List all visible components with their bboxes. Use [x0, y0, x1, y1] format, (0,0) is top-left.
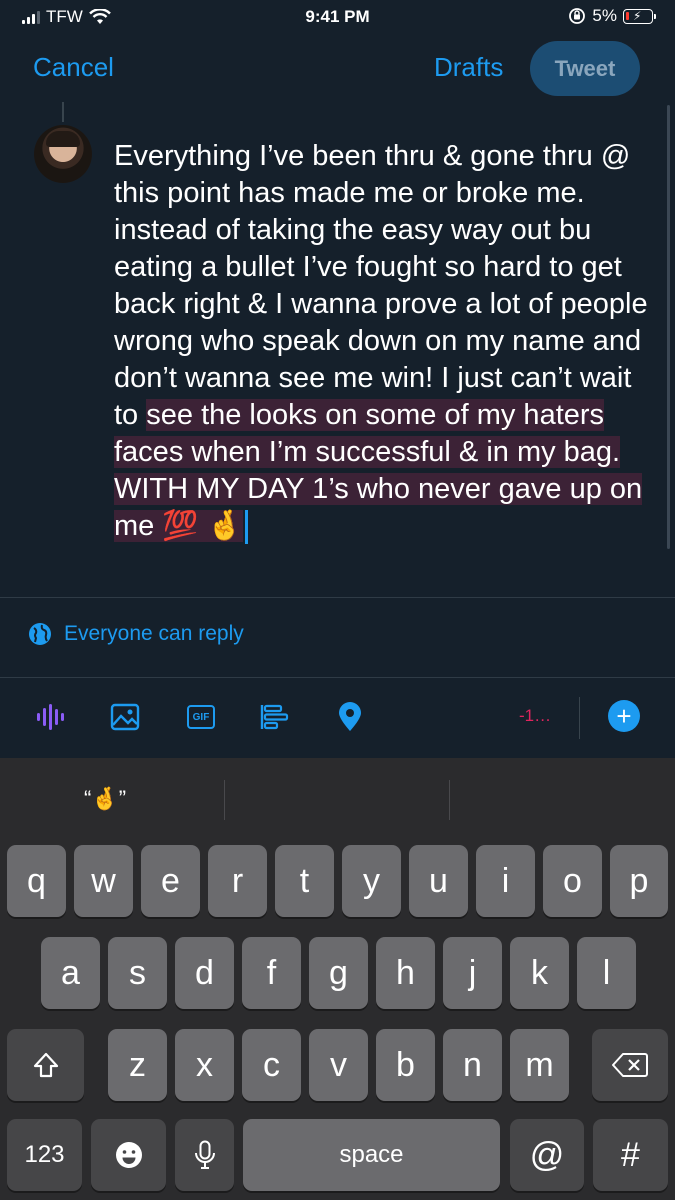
tweet-text-highlighted: see the looks on some of my haters faces…	[114, 399, 643, 542]
gif-label: GIF	[187, 705, 215, 729]
battery-percent: 5%	[592, 6, 617, 25]
suggestion-divider	[224, 780, 225, 820]
image-icon[interactable]	[108, 700, 142, 734]
shift-icon	[33, 1052, 58, 1078]
shift-key[interactable]	[7, 1029, 84, 1101]
key-r[interactable]: r	[208, 845, 267, 917]
key-u[interactable]: u	[409, 845, 468, 917]
microphone-icon	[194, 1140, 215, 1169]
emoji-icon	[115, 1142, 142, 1168]
divider	[0, 677, 675, 678]
text-cursor	[244, 510, 248, 545]
gif-icon[interactable]: GIF	[184, 700, 218, 734]
key-s[interactable]: s	[108, 937, 167, 1009]
character-count: -1…	[519, 706, 552, 725]
drafts-button[interactable]: Drafts	[434, 52, 503, 83]
suggestion-item[interactable]: “🤞”	[84, 786, 126, 812]
key-x[interactable]: x	[175, 1029, 234, 1101]
thread-line	[62, 102, 64, 122]
key-h[interactable]: h	[376, 937, 435, 1009]
key-w[interactable]: w	[74, 845, 133, 917]
key-v[interactable]: v	[309, 1029, 368, 1101]
emoji-key[interactable]	[91, 1119, 166, 1191]
compose-toolbar: GIF	[0, 690, 675, 746]
space-key[interactable]: space	[243, 1119, 500, 1191]
poll-icon[interactable]	[258, 700, 292, 734]
key-d[interactable]: d	[175, 937, 234, 1009]
avatar	[34, 125, 92, 183]
key-l[interactable]: l	[577, 937, 636, 1009]
backspace-icon	[612, 1053, 648, 1077]
key-m[interactable]: m	[510, 1029, 569, 1101]
key-o[interactable]: o	[543, 845, 602, 917]
divider	[0, 597, 675, 598]
reply-setting-label: Everyone can reply	[64, 622, 244, 645]
cancel-button[interactable]: Cancel	[33, 52, 114, 83]
key-p[interactable]: p	[610, 845, 668, 917]
key-t[interactable]: t	[275, 845, 334, 917]
key-j[interactable]: j	[443, 937, 502, 1009]
delete-key[interactable]	[592, 1029, 668, 1101]
at-key[interactable]: @	[510, 1119, 584, 1191]
numbers-key[interactable]: 123	[7, 1119, 82, 1191]
status-right: 5% ⚡	[568, 6, 656, 26]
key-g[interactable]: g	[309, 937, 368, 1009]
location-icon[interactable]	[333, 700, 367, 734]
key-q[interactable]: q	[7, 845, 66, 917]
keyboard: “🤞” q w e r t y u i o p a s d f g h j k …	[0, 758, 675, 1200]
key-b[interactable]: b	[376, 1029, 435, 1101]
status-bar: TFW 9:41 PM 5% ⚡	[0, 0, 675, 36]
key-i[interactable]: i	[476, 845, 535, 917]
add-thread-button[interactable]: +	[608, 700, 640, 732]
key-f[interactable]: f	[242, 937, 301, 1009]
suggestion-divider	[449, 780, 450, 820]
key-n[interactable]: n	[443, 1029, 502, 1101]
key-z[interactable]: z	[108, 1029, 167, 1101]
tweet-text-input[interactable]: Everything I’ve been thru & gone thru @ …	[114, 138, 654, 545]
orientation-lock-icon	[569, 8, 586, 24]
scrollbar[interactable]	[667, 105, 670, 549]
voice-icon[interactable]	[33, 700, 67, 734]
key-y[interactable]: y	[342, 845, 401, 917]
globe-icon	[29, 623, 51, 645]
battery-icon: ⚡	[623, 8, 656, 24]
key-k[interactable]: k	[510, 937, 569, 1009]
dictation-key[interactable]	[175, 1119, 234, 1191]
key-a[interactable]: a	[41, 937, 100, 1009]
tweet-button[interactable]: Tweet	[530, 41, 640, 96]
tweet-text-plain: Everything I’ve been thru & gone thru @ …	[114, 140, 648, 431]
toolbar-divider	[579, 697, 580, 739]
key-c[interactable]: c	[242, 1029, 301, 1101]
predictive-bar: “🤞”	[0, 758, 675, 840]
key-e[interactable]: e	[141, 845, 200, 917]
reply-setting-button[interactable]: Everyone can reply	[28, 622, 244, 646]
hash-key[interactable]: #	[593, 1119, 668, 1191]
